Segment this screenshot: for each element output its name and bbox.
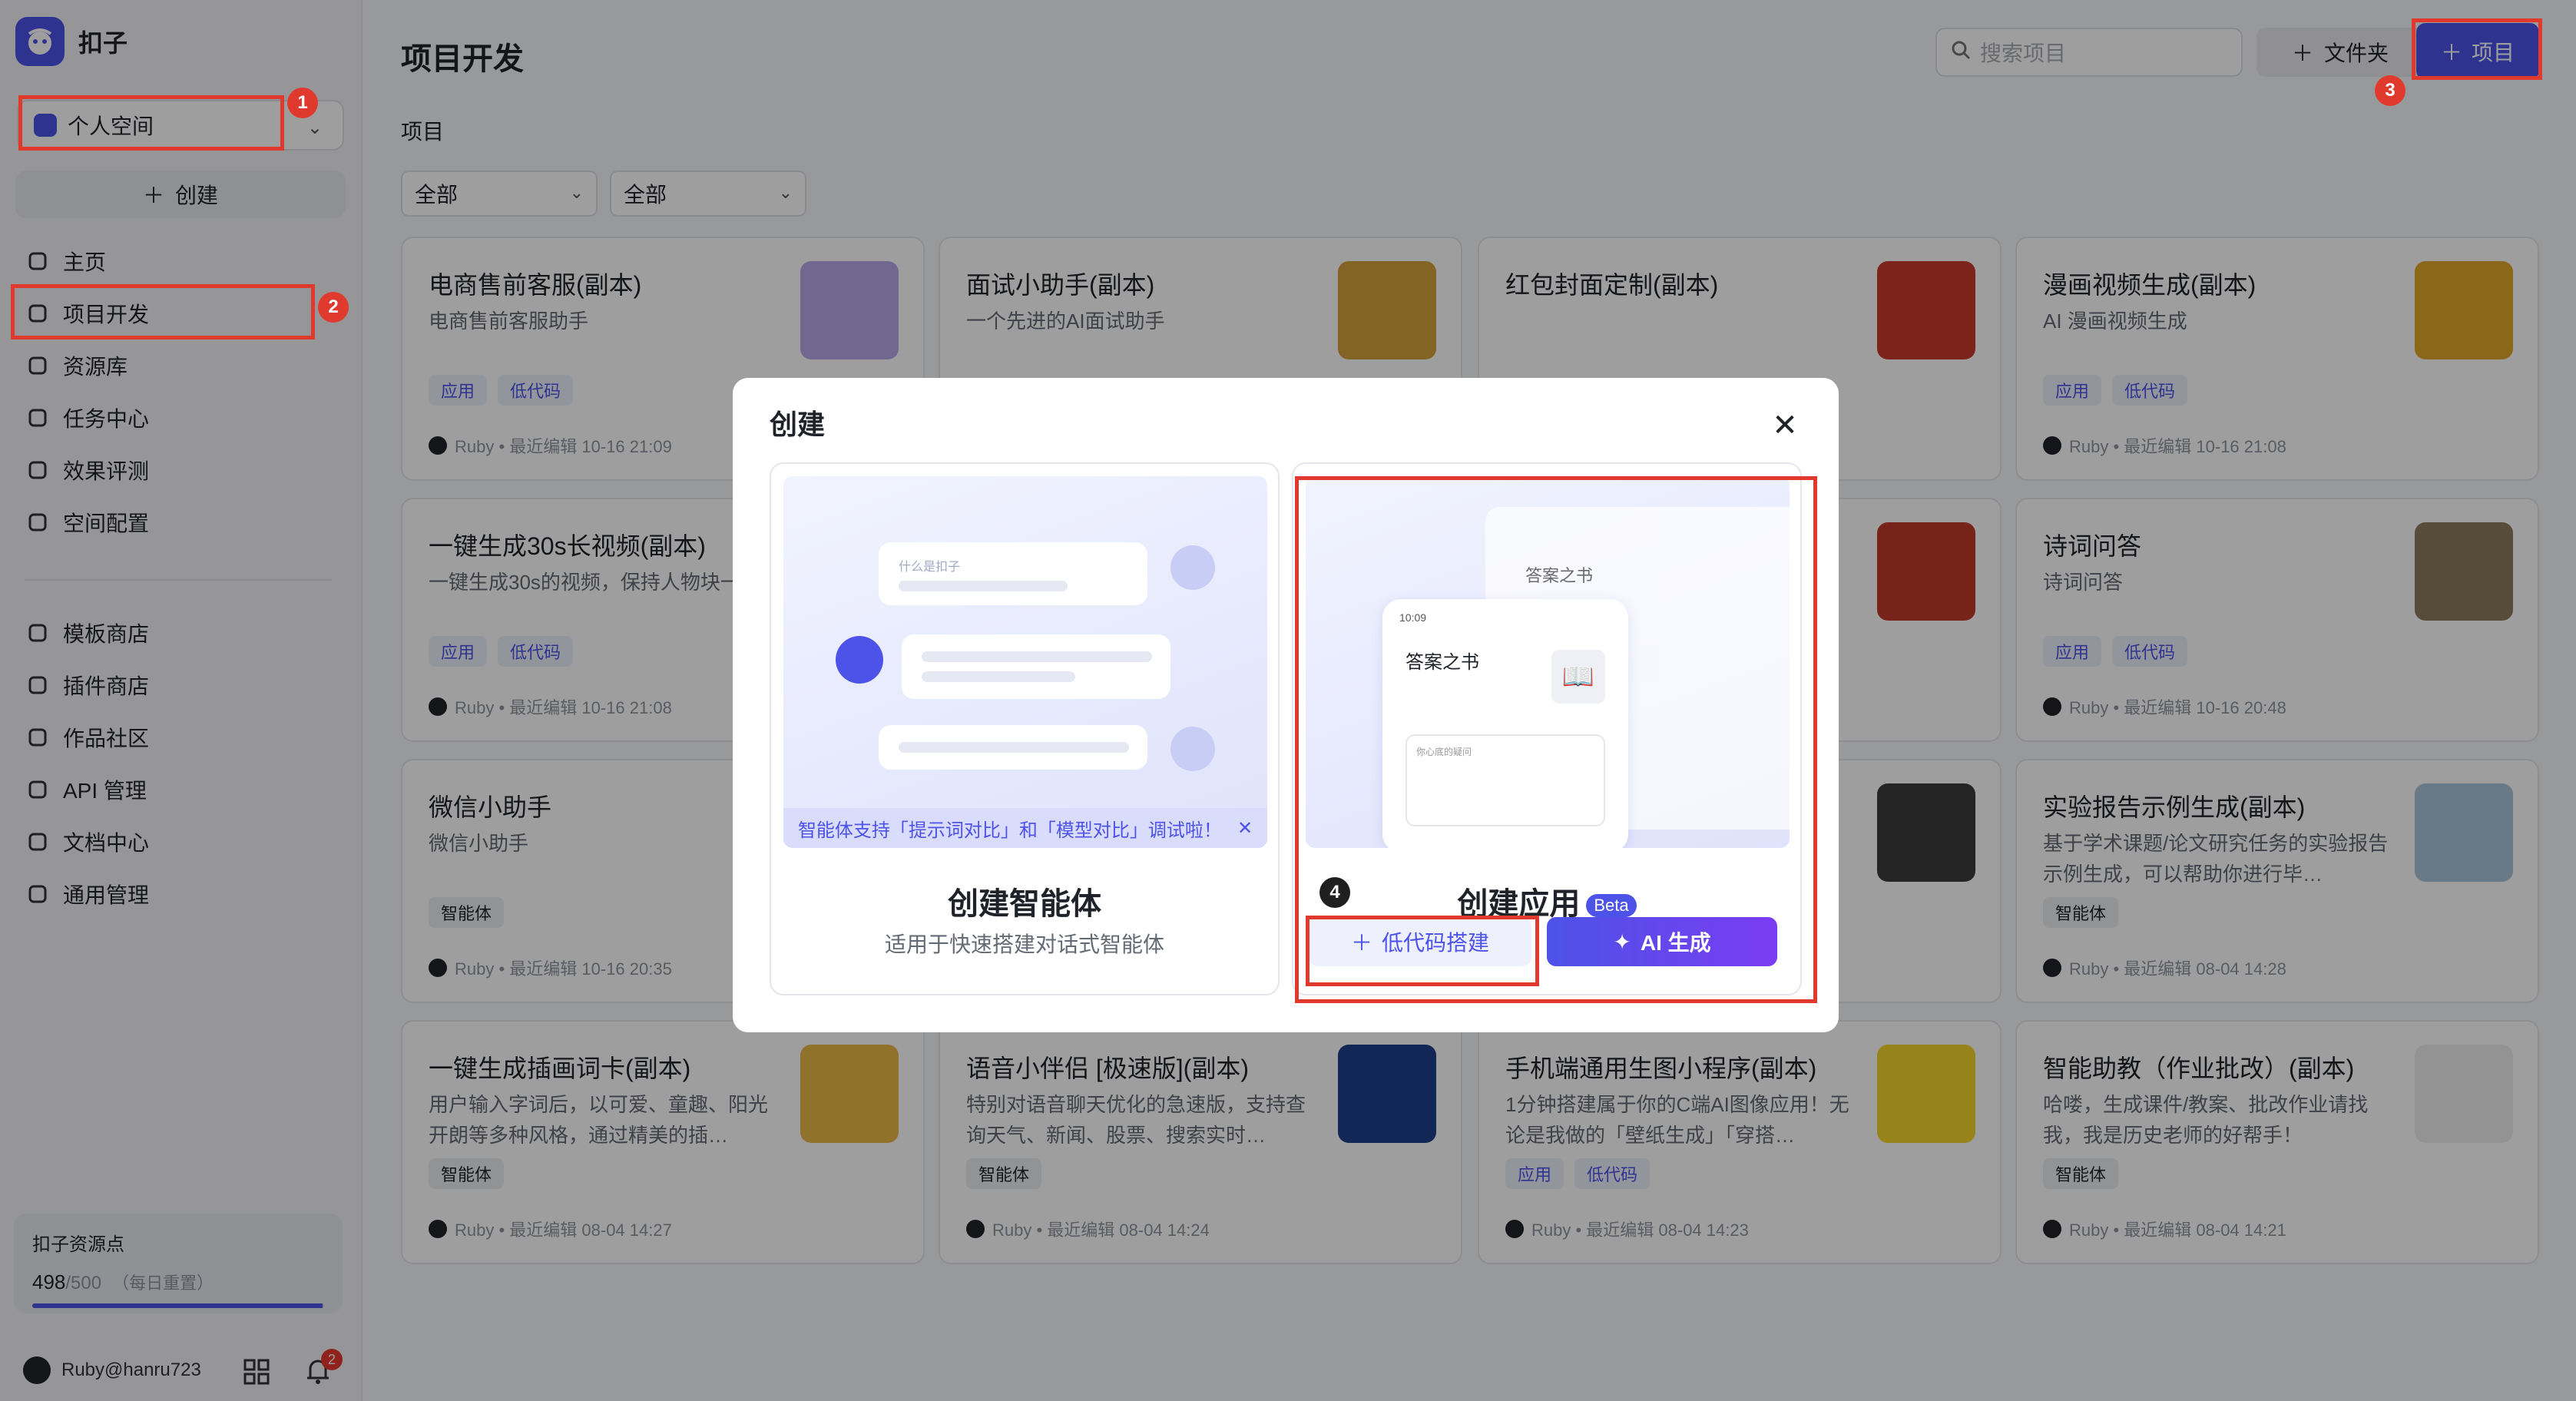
close-icon[interactable]: ✕ xyxy=(1770,409,1800,442)
annotation-badge: 1 xyxy=(287,88,318,118)
close-icon[interactable]: ✕ xyxy=(1237,817,1253,840)
line xyxy=(922,651,1152,662)
annotation-badge: 4 xyxy=(1319,877,1350,908)
banner-text: 智能体支持「提示词对比」和「模型对比」调试啦！ xyxy=(797,820,1222,841)
user-avatar-icon xyxy=(1170,727,1215,771)
agent-preview-image: 什么是扣子 智能体支持「提示词对比」和「模型对比」调试啦！ ✕ xyxy=(783,476,1267,848)
dialog-title: 创建 xyxy=(770,409,826,440)
user-avatar-icon xyxy=(1170,545,1215,590)
bot-avatar-icon xyxy=(836,636,883,684)
annotation-badge: 2 xyxy=(318,292,349,323)
annotation-box xyxy=(1306,916,1539,986)
line xyxy=(899,581,1068,591)
agent-option-subtitle: 适用于快速搭建对话式智能体 xyxy=(884,932,1164,956)
agent-notice-banner: 智能体支持「提示词对比」和「模型对比」调试啦！ ✕ xyxy=(783,808,1267,848)
chat-bubble xyxy=(879,725,1147,770)
chat-bubble xyxy=(902,634,1170,699)
annotation-box xyxy=(11,284,315,339)
create-agent-option[interactable]: 什么是扣子 智能体支持「提示词对比」和「模型对比」调试啦！ ✕ 创建智能体 适用… xyxy=(770,462,1280,995)
line xyxy=(922,671,1075,682)
annotation-badge: 3 xyxy=(2375,75,2405,106)
preview-question: 什么是扣子 xyxy=(899,561,961,574)
annotation-box xyxy=(18,95,284,151)
chat-bubble: 什么是扣子 xyxy=(879,542,1147,605)
annotation-box xyxy=(2412,18,2542,80)
agent-option-title: 创建智能体 xyxy=(948,887,1101,921)
line xyxy=(899,742,1129,753)
